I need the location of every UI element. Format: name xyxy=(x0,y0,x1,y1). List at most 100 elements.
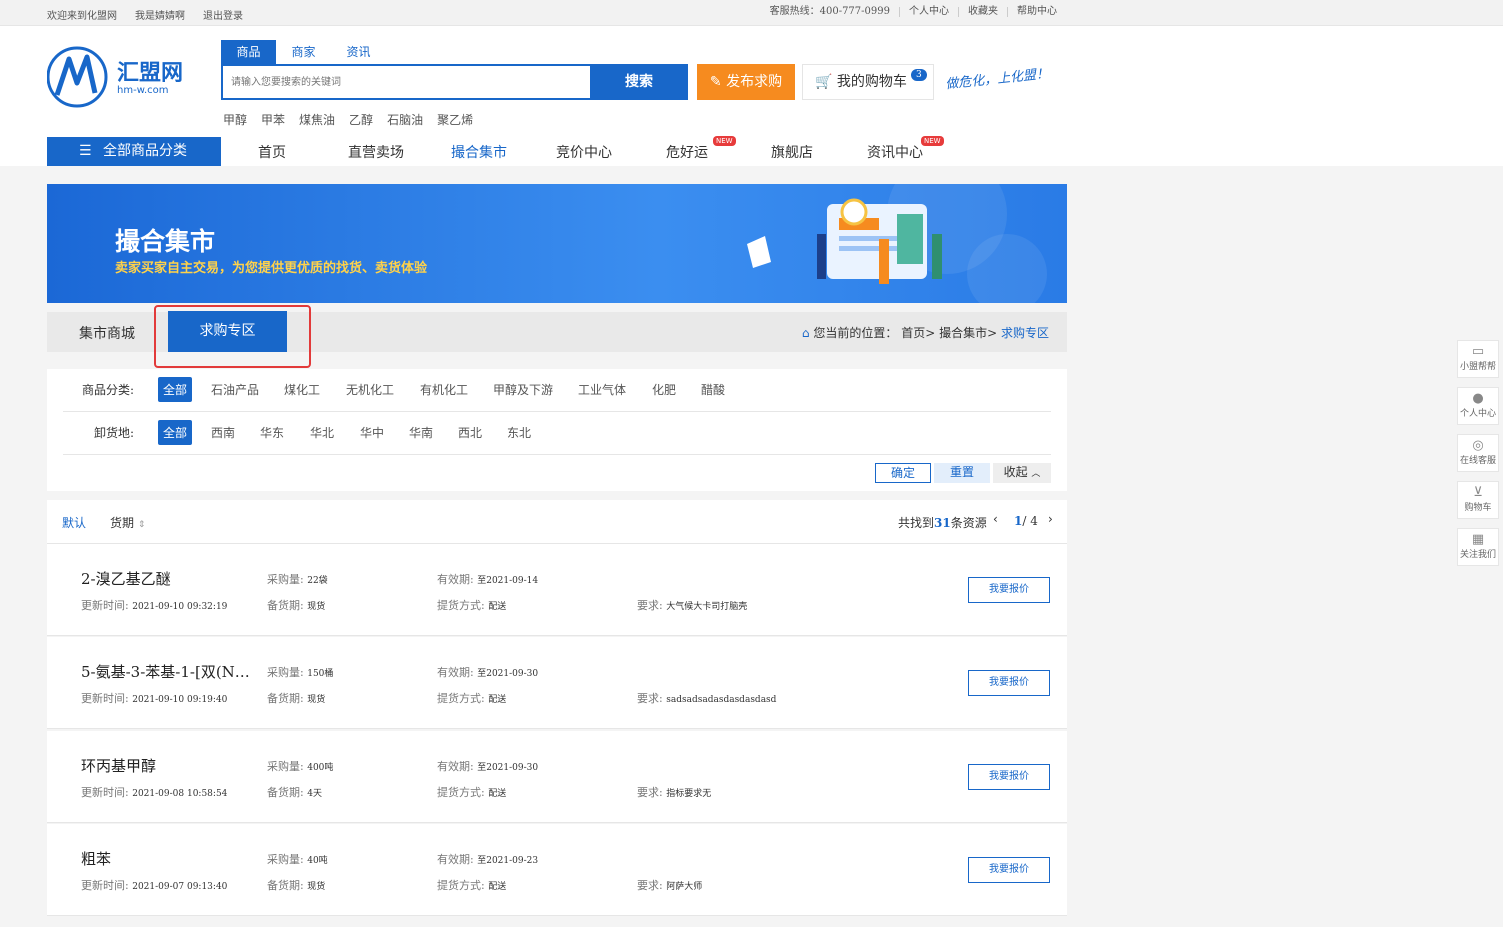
updated-value: 2021-09-10 09:19:40 xyxy=(132,695,228,705)
category-option[interactable]: 化肥 xyxy=(652,381,676,398)
search-tab-news[interactable]: 资讯 xyxy=(331,40,386,64)
field-label: 提货方式: xyxy=(437,879,485,892)
region-option[interactable]: 华东 xyxy=(260,424,284,441)
help-center-link[interactable]: 帮助中心 xyxy=(1007,7,1066,17)
banner-subtitle: 卖家买家自主交易，为您提供更优质的找货、卖货体验 xyxy=(115,261,428,276)
field-label: 采购量: xyxy=(267,853,304,866)
favorites-link[interactable]: 收藏夹 xyxy=(958,7,1007,17)
product-name[interactable]: 粗苯 xyxy=(81,848,251,869)
quote-button[interactable]: 我要报价 xyxy=(968,670,1050,696)
category-option[interactable]: 无机化工 xyxy=(346,381,394,398)
confirm-button[interactable]: 确定 xyxy=(875,463,931,483)
search-type-tabs: 商品 商家 资讯 xyxy=(221,40,386,64)
category-option[interactable]: 煤化工 xyxy=(284,381,320,398)
slogan: 做危化，上化盟！ xyxy=(944,66,1050,93)
publish-purchase-button[interactable]: ✎ 发布求购 xyxy=(697,64,795,100)
sidebar-label: 个人中心 xyxy=(1459,409,1496,419)
qty-value: 150桶 xyxy=(307,669,334,679)
region-option[interactable]: 西南 xyxy=(211,424,235,441)
collapse-button[interactable]: 收起 ︿ xyxy=(993,463,1051,483)
nav-matchmaking-market[interactable]: 撮合集市 xyxy=(451,142,507,162)
chat-bubble-icon: ▭ xyxy=(1471,344,1485,359)
list-item: 环丙基甲醇 更新时间: 2021-09-08 10:58:54 采购量: 400吨备… xyxy=(47,731,1067,823)
logout-link[interactable]: 退出登录 xyxy=(203,7,243,22)
qty-field: 采购量: 40吨 xyxy=(267,851,328,867)
search-input[interactable] xyxy=(223,66,583,98)
sidebar-follow-us[interactable]: ▦ 关注我们 xyxy=(1457,528,1499,566)
next-page-icon[interactable]: › xyxy=(1048,512,1053,526)
breadcrumb: ⌂ 您当前的位置： 首页> 撮合集市> 求购专区 xyxy=(802,324,1049,341)
stock-value: 4天 xyxy=(307,789,322,799)
prev-page-icon[interactable]: ‹ xyxy=(993,512,998,526)
region-filter-row: 卸货地: 全部 西南 华东 华北 华中 华南 西北 东北 xyxy=(47,412,1067,452)
category-option-selected[interactable]: 全部 xyxy=(158,377,193,402)
sidebar-help[interactable]: ▭ 小盟帮帮 xyxy=(1457,340,1499,378)
hot-keyword[interactable]: 石脑油 xyxy=(387,111,423,128)
sidebar-personal-center[interactable]: ● 个人中心 xyxy=(1457,387,1499,425)
cart-button[interactable]: 🛒 我的购物车 3 xyxy=(802,64,934,100)
reset-button[interactable]: 重置 xyxy=(934,463,990,483)
field-label: 有效期: xyxy=(437,573,474,586)
require-field: 要求: 阿萨大师 xyxy=(637,877,702,893)
category-option[interactable]: 工业气体 xyxy=(578,381,626,398)
nav-home[interactable]: 首页 xyxy=(258,142,286,162)
result-suffix: 条资源 xyxy=(950,516,987,530)
category-option[interactable]: 醋酸 xyxy=(701,381,725,398)
nav-news-center[interactable]: 资讯中心 xyxy=(867,142,923,162)
sidebar-cart[interactable]: ⊻ 购物车 xyxy=(1457,481,1499,519)
quote-button[interactable]: 我要报价 xyxy=(968,857,1050,883)
updated-value: 2021-09-08 10:58:54 xyxy=(132,789,228,799)
list-item: 5-氨基-3-苯基-1-[双(N… 更新时间: 2021-09-10 09:19:… xyxy=(47,637,1067,729)
nav-flagship-store[interactable]: 旗舰店 xyxy=(771,142,813,162)
site-logo[interactable]: 汇盟网 hm-w.com xyxy=(46,45,187,109)
pickup-field: 提货方式: 配送 xyxy=(437,877,506,893)
hot-keyword[interactable]: 乙醇 xyxy=(349,111,373,128)
require-value: 阿萨大师 xyxy=(666,882,703,892)
valid-value: 至2021-09-23 xyxy=(477,856,539,866)
hot-keyword[interactable]: 甲醇 xyxy=(223,111,247,128)
all-categories-button[interactable]: ☰ 全部商品分类 xyxy=(47,137,221,166)
nav-hazmat-transport[interactable]: 危好运 xyxy=(666,142,708,162)
require-value: sadsadsadasdasdasdasd xyxy=(666,695,777,705)
field-label: 备货期: xyxy=(267,692,304,705)
hot-keyword[interactable]: 聚乙烯 xyxy=(437,111,473,128)
stock-value: 现货 xyxy=(307,602,326,612)
sidebar-online-service[interactable]: ◎ 在线客服 xyxy=(1457,434,1499,472)
region-option[interactable]: 华北 xyxy=(310,424,334,441)
valid-field: 有效期: 至2021-09-30 xyxy=(437,758,538,774)
divider xyxy=(63,454,1051,455)
category-option[interactable]: 甲醇及下游 xyxy=(493,381,553,398)
search-tab-merchants[interactable]: 商家 xyxy=(276,40,331,64)
field-label: 备货期: xyxy=(267,599,304,612)
breadcrumb-path[interactable]: 首页> 撮合集市> xyxy=(901,326,997,340)
search-tab-goods[interactable]: 商品 xyxy=(221,40,276,64)
breadcrumb-current: 求购专区 xyxy=(1000,326,1049,340)
valid-field: 有效期: 至2021-09-30 xyxy=(437,664,538,680)
product-name[interactable]: 环丙基甲醇 xyxy=(81,755,251,776)
region-option[interactable]: 东北 xyxy=(507,424,531,441)
sort-delivery-period[interactable]: 货期 ⇕ xyxy=(110,514,145,531)
nav-direct-sales[interactable]: 直营卖场 xyxy=(348,142,404,162)
field-label: 提货方式: xyxy=(437,692,485,705)
hot-keyword[interactable]: 煤焦油 xyxy=(299,111,335,128)
category-option[interactable]: 石油产品 xyxy=(211,381,259,398)
quote-button[interactable]: 我要报价 xyxy=(968,577,1050,603)
tab-market-mall[interactable]: 集市商城 xyxy=(79,323,135,343)
personal-center-link[interactable]: 个人中心 xyxy=(899,7,958,17)
region-option[interactable]: 华中 xyxy=(360,424,384,441)
sort-default[interactable]: 默认 xyxy=(62,514,86,531)
nav-bidding-center[interactable]: 竞价中心 xyxy=(556,142,612,162)
sidebar-label: 小盟帮帮 xyxy=(1459,362,1496,372)
product-name[interactable]: 5-氨基-3-苯基-1-[双(N… xyxy=(81,661,251,682)
region-option[interactable]: 西北 xyxy=(458,424,482,441)
quote-button[interactable]: 我要报价 xyxy=(968,764,1050,790)
username-link[interactable]: 我是婧婧啊 xyxy=(135,7,185,22)
cart-icon: 🛒 xyxy=(815,74,833,90)
search-button[interactable]: 搜索 xyxy=(590,64,688,100)
hot-keyword[interactable]: 甲苯 xyxy=(261,111,285,128)
product-name[interactable]: 2-溴乙基乙醚 xyxy=(81,568,251,589)
region-option-selected[interactable]: 全部 xyxy=(158,420,193,445)
region-option[interactable]: 华南 xyxy=(409,424,433,441)
category-option[interactable]: 有机化工 xyxy=(420,381,468,398)
highlight-box xyxy=(154,305,311,368)
